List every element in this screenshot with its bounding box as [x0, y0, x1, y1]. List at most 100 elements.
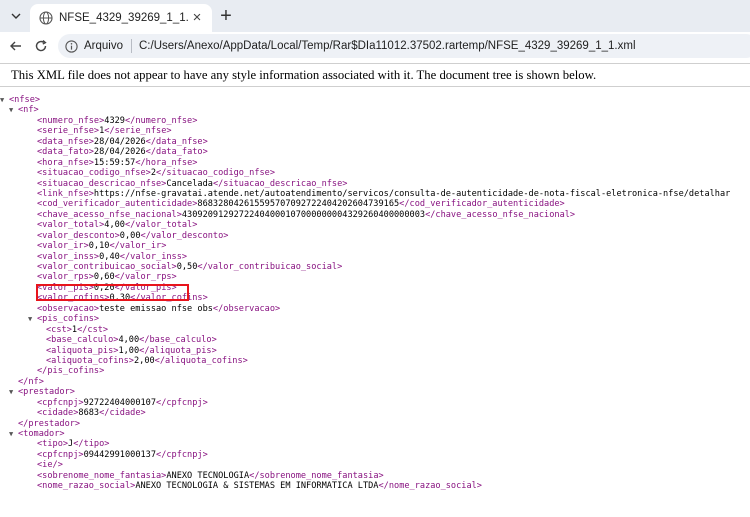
xml-line: ▼ <pis_cofins> — [0, 314, 750, 324]
xml-open-tag: <nome_razao_social> — [37, 481, 136, 492]
info-icon[interactable] — [64, 39, 78, 53]
xml-line: <cst>1</cst> — [0, 325, 750, 335]
collapse-toggle-icon[interactable]: ▼ — [9, 387, 18, 397]
xml-close-tag: </valor_rps> — [114, 272, 177, 283]
xml-line: <chave_acesso_nfse_nacional>430920912927… — [0, 210, 750, 220]
xml-text-value: 1,00 — [118, 345, 140, 356]
arrow-left-icon — [10, 41, 21, 51]
xml-text-value: 2,00 — [133, 355, 155, 366]
file-scheme-label: Arquivo — [84, 40, 123, 52]
xml-line: <serie_nfse>1</serie_nfse> — [0, 126, 750, 136]
collapse-toggle-icon[interactable]: ▼ — [0, 95, 9, 105]
xml-line: <link_nfse>https://nfse-gravatai.atende.… — [0, 189, 750, 199]
xml-line: <data_fato>28/04/2026</data_fato> — [0, 147, 750, 157]
xml-close-tag: </hora_nfse> — [135, 157, 198, 168]
xml-close-tag: </valor_desconto> — [140, 230, 229, 241]
xml-close-tag: </pis_cofins> — [37, 366, 105, 377]
xml-line: <observacao>teste emissao nfse obs</obse… — [0, 304, 750, 314]
xml-line: </nf> — [0, 377, 750, 387]
xml-line: <cpfcnpj>92722404000107</cpfcnpj> — [0, 398, 750, 408]
xml-open-tag: <base_calculo> — [46, 335, 119, 346]
xml-close-tag: </observacao> — [212, 303, 281, 314]
xml-line: <situacao_codigo_nfse>2</situacao_codigo… — [0, 168, 750, 178]
xml-line: ▼ <nf> — [0, 105, 750, 115]
xml-close-tag: </nome_razao_social> — [378, 481, 482, 492]
xml-close-tag: </valor_ir> — [109, 241, 167, 252]
xml-close-tag: </nf> — [18, 376, 44, 387]
xml-open-tag: <prestador> — [18, 387, 75, 398]
xml-close-tag: </valor_inss> — [119, 251, 188, 262]
xml-line: <nome_razao_social>ANEXO TECNOLOGIA & SI… — [0, 481, 750, 491]
xml-line: <base_calculo>4,00</base_calculo> — [0, 335, 750, 345]
xml-close-tag: </aliquota_pis> — [139, 345, 217, 356]
xml-text-value: ANEXO TECNOLOGIA & SISTEMAS EM INFORMATI… — [135, 481, 379, 492]
xml-line: <cod_verificador_autenticidade>868328042… — [0, 199, 750, 209]
xml-open-tag: <data_nfse> — [37, 136, 94, 147]
url-text[interactable]: C:/Users/Anexo/AppData/Local/Temp/Rar$DI… — [139, 40, 636, 52]
new-tab-button[interactable]: + — [216, 6, 236, 26]
xml-line: <tipo>J</tipo> — [0, 439, 750, 449]
xml-open-tag: <situacao_descricao_nfse> — [37, 178, 167, 189]
xml-open-tag: <valor_inss> — [37, 251, 100, 262]
xml-close-tag: </cpfcnpj> — [156, 397, 208, 408]
xml-close-tag: </aliquota_cofins> — [154, 355, 248, 366]
xml-close-tag: </valor_contribuicao_social> — [197, 262, 343, 272]
xml-close-tag: </tipo> — [73, 439, 110, 450]
xml-close-tag: </cst> — [77, 324, 109, 335]
xml-open-tag: <serie_nfse> — [37, 126, 100, 137]
close-tab-icon[interactable]: × — [190, 10, 204, 25]
xml-text-value: Cancelada — [166, 178, 213, 189]
xml-text-value: 0,50 — [176, 262, 198, 272]
xml-line: <valor_contribuicao_social>0,50</valor_c… — [0, 262, 750, 272]
xml-line: <valor_rps>0,60</valor_rps> — [0, 272, 750, 282]
xml-open-tag: <nfse> — [9, 95, 41, 105]
tab-search-dropdown-button[interactable] — [5, 5, 27, 27]
address-toolbar: Arquivo C:/Users/Anexo/AppData/Local/Tem… — [0, 32, 750, 60]
xml-open-tag: <aliquota_pis> — [46, 345, 119, 356]
xml-line: ▼ <tomador> — [0, 429, 750, 439]
xml-close-tag: </data_nfse> — [145, 136, 208, 147]
xml-text-value: 4309209129272240400010700000000432926040… — [181, 209, 426, 220]
collapse-toggle-icon[interactable]: ▼ — [28, 314, 37, 324]
tab-title: NFSE_4329_39269_1_1.xml — [59, 12, 189, 24]
xml-line: <cidade>8683</cidade> — [0, 408, 750, 418]
xml-text-value: teste emissao nfse obs — [99, 303, 213, 314]
xml-text-value: 4329 — [104, 115, 125, 126]
xml-line: ▼ <prestador> — [0, 387, 750, 397]
xml-line: <valor_ir>0,10</valor_ir> — [0, 241, 750, 251]
xml-open-tag: <valor_total> — [37, 220, 105, 231]
collapse-toggle-icon[interactable]: ▼ — [9, 105, 18, 115]
xml-close-tag: </cpfcnpj> — [156, 449, 208, 460]
xml-close-tag: </situacao_codigo_nfse> — [156, 168, 276, 179]
xml-open-tag: <nf> — [18, 105, 39, 116]
xml-open-tag: <cst> — [46, 324, 72, 335]
xml-line: <numero_nfse>4329</numero_nfse> — [0, 116, 750, 126]
browser-tab[interactable]: NFSE_4329_39269_1_1.xml × — [30, 4, 212, 32]
xml-text-value: 0,40 — [99, 251, 120, 262]
xml-open-tag: <cidade> — [37, 408, 79, 419]
xml-close-tag: </cod_verificador_autenticidade> — [399, 199, 565, 210]
xml-text-value: 4,00 — [104, 220, 125, 231]
back-button[interactable] — [6, 36, 26, 56]
xml-text-value: 8683 — [78, 408, 100, 419]
xml-line: <valor_desconto>0,00</valor_desconto> — [0, 231, 750, 241]
xml-open-tag: <valor_rps> — [37, 272, 94, 283]
address-bar[interactable]: Arquivo C:/Users/Anexo/AppData/Local/Tem… — [58, 34, 750, 58]
xml-open-tag: <valor_ir> — [37, 241, 89, 252]
xml-text-value: ANEXO TECNOLOGIA — [166, 470, 250, 481]
page-content: This XML file does not appear to have an… — [0, 60, 750, 517]
reload-button[interactable] — [31, 36, 51, 56]
xml-open-tag: <observacao> — [37, 303, 100, 314]
xml-open-tag: <numero_nfse> — [37, 115, 105, 126]
xml-line: <valor_inss>0,40</valor_inss> — [0, 252, 750, 262]
xml-line: <hora_nfse>15:59:57</hora_nfse> — [0, 158, 750, 168]
xml-open-tag: <data_fato> — [37, 147, 94, 158]
xml-close-tag: </data_fato> — [145, 147, 208, 158]
xml-text-value: 868328042615595707092722404202604739165 — [197, 199, 400, 210]
xml-open-tag: <valor_desconto> — [37, 230, 120, 241]
collapse-toggle-icon[interactable]: ▼ — [9, 429, 18, 439]
xml-close-tag: </sobrenome_nome_fantasia> — [249, 470, 384, 481]
xml-open-tag: <cpfcnpj> — [37, 397, 84, 408]
xml-line: </pis_cofins> — [0, 366, 750, 376]
xml-open-tag: <tipo> — [37, 439, 69, 450]
